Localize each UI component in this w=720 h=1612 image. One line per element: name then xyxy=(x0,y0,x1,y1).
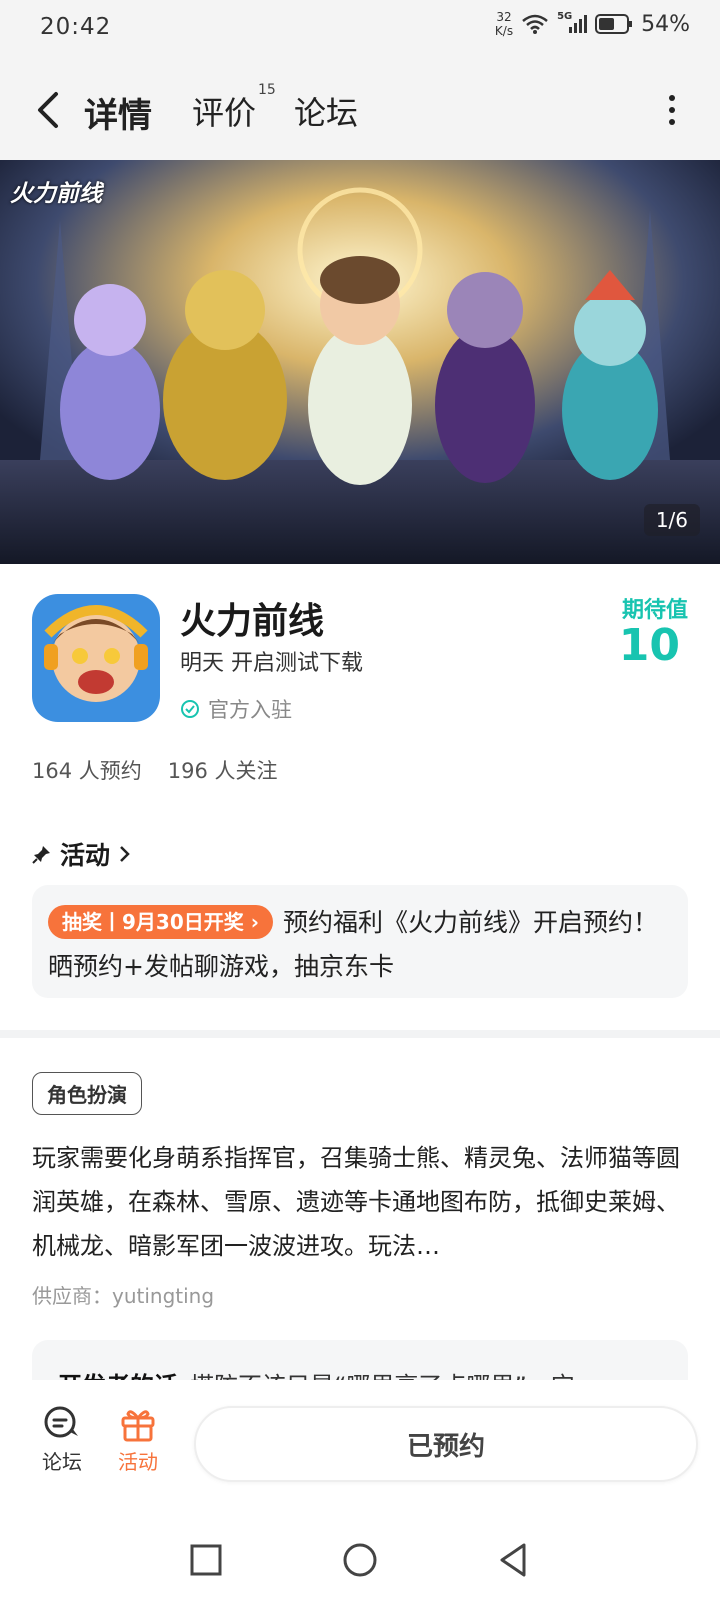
developer-note-label: 开发者的话 xyxy=(58,1372,178,1380)
review-count-badge: 15 xyxy=(258,82,276,98)
developer-note-card[interactable]: 开发者的话 塔防不该只是“哪里亮了点哪里”，它 xyxy=(32,1340,688,1380)
back-button[interactable] xyxy=(30,86,70,134)
status-time: 20:42 xyxy=(40,14,112,40)
banner-image xyxy=(0,160,720,564)
banner-game-logo: 火力前线 xyxy=(10,181,102,207)
activity-description: 抽奖丨9月30日开奖 › 预约福利《火力前线》开启预约！晒预约+发帖聊游戏，抽京东… xyxy=(48,901,672,989)
pin-icon xyxy=(32,846,50,864)
game-release-status: 明天 开启测试下载 xyxy=(180,651,363,676)
battery-percent: 54% xyxy=(641,11,690,37)
bottom-action-bar: 论坛 活动 已预约 xyxy=(0,1388,720,1512)
more-vertical-icon xyxy=(669,95,675,125)
developer-note-text: 塔防不该只是“哪里亮了点哪里”，它 xyxy=(190,1372,575,1380)
reservation-count: 164 人预约 xyxy=(32,759,142,783)
game-stats: 164 人预约 196 人关注 xyxy=(32,755,278,785)
tab-review[interactable]: 评价 15 xyxy=(192,82,276,134)
chevron-left-icon xyxy=(38,92,58,128)
gift-icon xyxy=(121,1410,155,1442)
forum-chat-icon xyxy=(44,1406,78,1438)
supplier-info: 供应商：yutingting xyxy=(32,1284,215,1308)
follower-count: 196 人关注 xyxy=(167,759,278,783)
chevron-right-icon xyxy=(120,846,130,862)
lottery-badge: 抽奖丨9月30日开奖 › xyxy=(48,905,273,939)
battery-icon xyxy=(595,14,633,34)
game-description[interactable]: 玩家需要化身萌系指挥官，召集骑士熊、精灵兔、法师猫等圆润英雄，在森林、雪原、遗迹… xyxy=(32,1136,692,1268)
official-badge: 官方入驻 xyxy=(180,694,292,724)
app-icon-image xyxy=(32,594,160,722)
home-icon[interactable] xyxy=(340,1540,380,1580)
bottom-activity-button[interactable]: 活动 xyxy=(108,1406,168,1475)
back-triangle-icon[interactable] xyxy=(494,1540,534,1580)
genre-tag[interactable]: 角色扮演 xyxy=(32,1072,142,1115)
status-icons: 32 K/s 5G 54% xyxy=(495,10,690,38)
section-divider xyxy=(0,1030,720,1038)
cell-signal-icon: 5G xyxy=(557,11,588,35)
more-options-button[interactable] xyxy=(662,92,682,128)
top-nav: 详情 评价 15 论坛 xyxy=(0,56,720,160)
bottom-forum-button[interactable]: 论坛 xyxy=(32,1406,92,1475)
check-circle-icon xyxy=(181,700,199,718)
game-app-icon xyxy=(32,594,160,722)
net-speed: 32 K/s xyxy=(494,10,514,38)
reserved-button[interactable]: 已预约 xyxy=(194,1406,698,1482)
system-nav-bar xyxy=(0,1512,720,1612)
recent-apps-icon[interactable] xyxy=(186,1540,226,1580)
banner-carousel[interactable]: 火力前线 1/6 xyxy=(0,160,720,564)
game-title: 火力前线 xyxy=(180,601,325,642)
activity-section-header[interactable]: 活动 xyxy=(32,836,132,872)
tab-detail[interactable]: 详情 xyxy=(84,88,152,137)
tab-forum[interactable]: 论坛 xyxy=(294,88,358,134)
expect-value: 10 xyxy=(618,620,680,671)
status-bar: 20:42 32 K/s 5G 54% xyxy=(0,0,720,56)
activity-card[interactable]: 抽奖丨9月30日开奖 › 预约福利《火力前线》开启预约！晒预约+发帖聊游戏，抽京东… xyxy=(32,885,688,998)
banner-page-indicator: 1/6 xyxy=(643,504,700,536)
wifi-icon xyxy=(522,14,548,34)
